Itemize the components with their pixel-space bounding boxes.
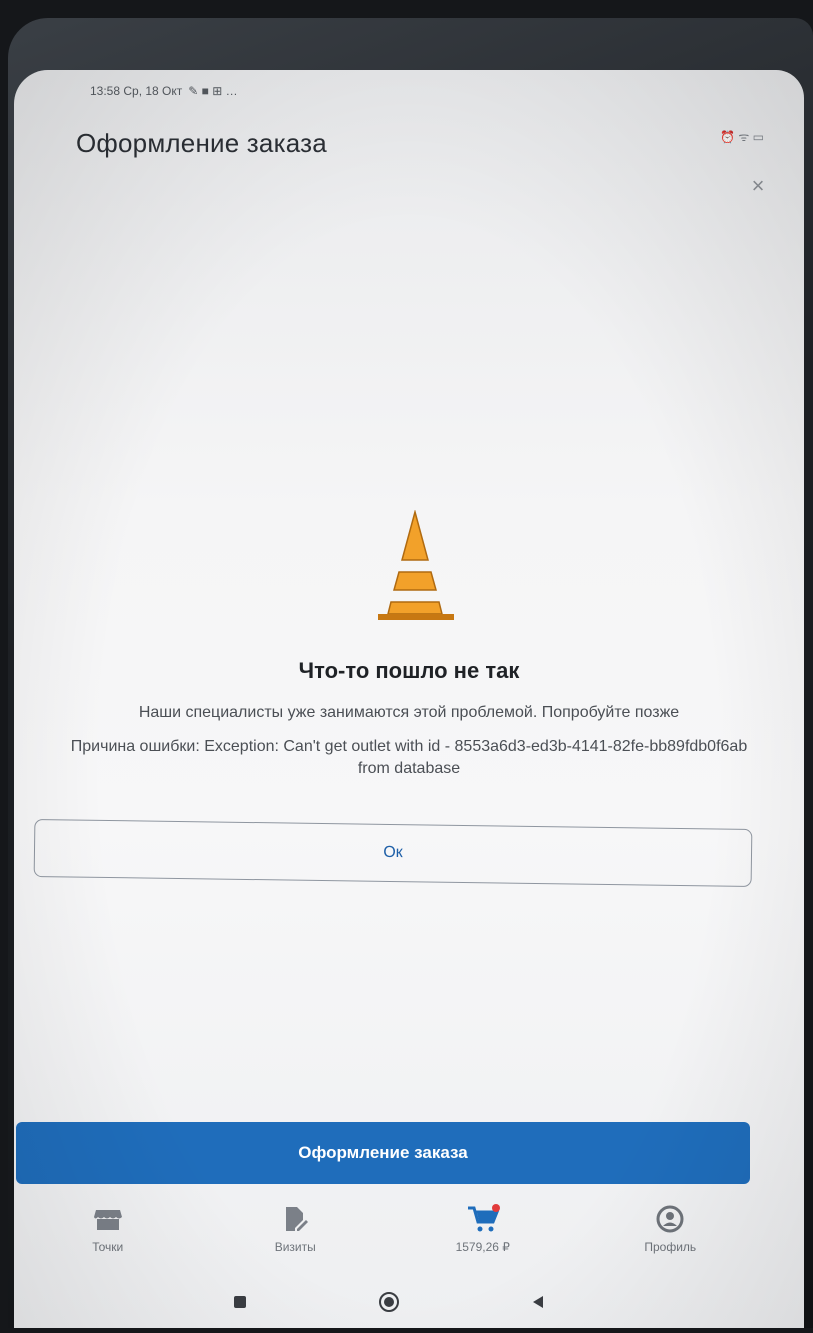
nav-item-points[interactable]: Точки — [33, 1204, 183, 1254]
user-icon — [653, 1204, 687, 1234]
nav-label-visits: Визиты — [274, 1240, 316, 1254]
nav-label-profile: Профиль — [644, 1240, 697, 1254]
nav-label-cart-total: 1579,26 ₽ — [455, 1240, 510, 1254]
close-icon[interactable]: × — [746, 174, 770, 198]
page-title: Оформление заказа — [76, 128, 327, 158]
status-notification-icons: ✎ ■ ⊞ … — [188, 84, 238, 98]
bottom-navigation: Точки Визиты 1579,26 ₽ Профиль — [14, 1204, 764, 1284]
home-icon[interactable] — [378, 1291, 400, 1318]
status-bar: 13:58 Ср, 18 Окт ✎ ■ ⊞ … ⏰ ᯤ ▭ — [90, 84, 764, 144]
traffic-cone-icon — [378, 510, 454, 620]
status-time: 13:58 Ср, 18 Окт — [90, 84, 183, 98]
checkout-button[interactable]: Оформление заказа — [16, 1122, 750, 1184]
edit-document-icon — [278, 1204, 312, 1234]
error-reason: Причина ошибки: Exception: Can't get out… — [70, 738, 748, 777]
app-screen: 13:58 Ср, 18 Окт ✎ ■ ⊞ … ⏰ ᯤ ▭ Оформлени… — [14, 70, 804, 1328]
status-system-icons: ⏰ ᯤ ▭ — [720, 130, 764, 144]
ok-button[interactable]: Ок — [33, 818, 753, 888]
nav-label-points: Точки — [92, 1240, 124, 1254]
cart-icon — [466, 1204, 500, 1234]
nav-item-profile[interactable]: Профиль — [595, 1204, 745, 1254]
system-navigation — [14, 1288, 764, 1320]
nav-item-visits[interactable]: Визиты — [220, 1204, 370, 1254]
recent-apps-icon[interactable] — [232, 1294, 248, 1315]
error-subtitle: Наши специалисты уже занимаются этой про… — [138, 704, 680, 721]
back-icon[interactable] — [530, 1294, 546, 1315]
nav-item-cart[interactable]: 1579,26 ₽ — [408, 1204, 558, 1254]
store-icon — [91, 1204, 125, 1234]
error-title: Что-то пошло не так — [298, 658, 520, 683]
